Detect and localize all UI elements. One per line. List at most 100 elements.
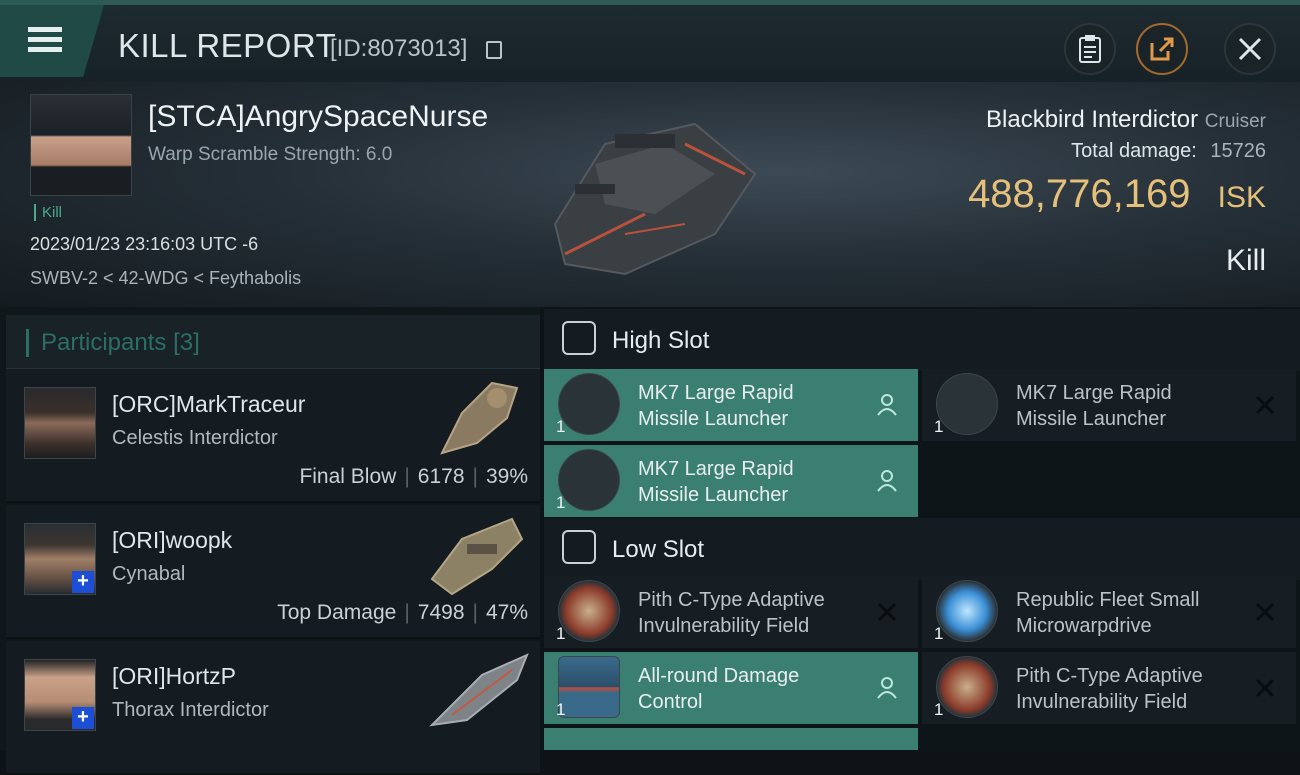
module-name: Pith C-Type Adaptive Invulnerability Fiel… xyxy=(1016,663,1256,715)
module-item[interactable]: 1 Pith C-Type Adaptive Invulnerability Fi… xyxy=(922,652,1296,724)
module-item[interactable]: 1 MK7 Large Rapid Missile Launcher xyxy=(922,369,1296,441)
report-id: [ID:8073013] xyxy=(330,35,468,62)
close-button[interactable] xyxy=(1224,23,1276,75)
participant-row[interactable]: + [ORI]woopk Cynabal Top Damage | 7498 | 47% xyxy=(6,505,540,639)
module-name-line1: Pith C-Type Adaptive xyxy=(638,589,825,611)
module-qty: 1 xyxy=(934,624,944,643)
module-name: MK7 Large Rapid Missile Launcher xyxy=(638,456,878,508)
participants-header: Participants [3] xyxy=(6,315,540,369)
participant-ship-image xyxy=(429,653,529,727)
microwarpdrive-icon xyxy=(936,580,998,642)
module-name: MK7 Large Rapid Missile Launcher xyxy=(1016,380,1256,432)
divider: | xyxy=(472,465,478,488)
participant-ship[interactable]: Cynabal xyxy=(112,563,185,586)
module-qty: 1 xyxy=(556,700,566,719)
plus-badge-icon: + xyxy=(72,571,94,593)
module-name: Pith C-Type Adaptive Invulnerability Fiel… xyxy=(638,587,878,639)
victim-ship-name[interactable]: Blackbird Interdictor Cruiser xyxy=(986,106,1266,134)
module-name-line1: MK7 Large Rapid xyxy=(638,458,794,480)
participant-ship-image xyxy=(440,381,519,455)
share-button[interactable] xyxy=(1136,23,1188,75)
module-qty: 1 xyxy=(934,700,944,719)
isk-value: 488,776,169 ISK xyxy=(968,172,1266,217)
participant-ship-image xyxy=(430,517,524,596)
participant-role: Final Blow xyxy=(299,465,397,488)
module-name-line1: MK7 Large Rapid xyxy=(638,382,794,404)
participant-stats: Final Blow | 6178 | 39% xyxy=(299,465,528,489)
module-item[interactable]: 1 MK7 Large Rapid Missile Launcher xyxy=(544,445,918,517)
participant-damage: 6178 xyxy=(417,465,465,488)
kill-result: Kill xyxy=(1225,244,1266,277)
shield-module-icon xyxy=(936,656,998,718)
module-qty: 1 xyxy=(934,417,944,436)
victim-avatar[interactable] xyxy=(30,94,132,196)
hamburger-icon-bar xyxy=(28,47,62,52)
module-name-line2: Missile Launcher xyxy=(638,484,789,506)
victim-name[interactable]: [STCA]AngrySpaceNurse xyxy=(148,100,488,134)
destroyed-x-icon xyxy=(877,602,897,622)
ship-name-text: Blackbird Interdictor xyxy=(986,106,1199,133)
avatar[interactable] xyxy=(24,387,96,459)
kill-location[interactable]: SWBV-2 < 42-WDG < Feythabolis xyxy=(30,268,301,289)
module-item[interactable]: 1 All-round Damage Control xyxy=(544,652,918,724)
missile-launcher-icon xyxy=(558,449,620,511)
module-name-line2: Invulnerability Field xyxy=(638,615,810,637)
participants-count: [3] xyxy=(173,329,200,356)
low-slot-label: Low Slot xyxy=(612,536,705,563)
module-name-line1: MK7 Large Rapid xyxy=(1016,382,1172,404)
module-item-partial[interactable] xyxy=(544,728,918,750)
module-item[interactable]: 1 MK7 Large Rapid Missile Launcher xyxy=(544,369,918,441)
participant-ship[interactable]: Thorax Interdictor xyxy=(112,699,269,722)
high-slot-icon xyxy=(562,321,596,355)
isk-amount: 488,776,169 xyxy=(968,172,1191,216)
low-slot-header: Low Slot xyxy=(544,518,1300,580)
warp-scramble-strength: Warp Scramble Strength: 6.0 xyxy=(148,144,393,165)
participant-damage: 7498 xyxy=(417,601,465,624)
module-item[interactable]: 1 Republic Fleet Small Microwarpdrive xyxy=(922,576,1296,648)
participants-panel: Participants [3] [ORC]MarkTraceur Celest… xyxy=(0,307,540,775)
module-qty: 1 xyxy=(556,493,566,512)
participant-role: Top Damage xyxy=(277,601,397,624)
close-icon xyxy=(1238,37,1262,61)
total-damage-value: 15726 xyxy=(1210,140,1266,162)
module-name-line2: Missile Launcher xyxy=(638,408,789,430)
plus-badge-icon: + xyxy=(72,707,94,729)
share-icon xyxy=(1150,37,1174,61)
missile-launcher-icon xyxy=(936,373,998,435)
high-slot-label: High Slot xyxy=(612,327,710,354)
module-qty: 1 xyxy=(556,417,566,436)
participant-row[interactable]: [ORC]MarkTraceur Celestis Interdictor Fi… xyxy=(6,369,540,503)
participant-name[interactable]: [ORC]MarkTraceur xyxy=(112,391,305,418)
participant-percent: 47% xyxy=(485,601,528,624)
module-name-line1: Pith C-Type Adaptive xyxy=(1016,665,1203,687)
copy-icon[interactable] xyxy=(486,41,502,59)
victim-banner: [STCA]AngrySpaceNurse Warp Scramble Stre… xyxy=(0,82,1300,307)
participant-percent: 39% xyxy=(485,465,528,488)
divider: | xyxy=(472,601,478,624)
participants-title: Participants xyxy=(41,329,167,356)
destroyed-x-icon xyxy=(1255,395,1275,415)
divider: | xyxy=(404,601,410,624)
kill-timestamp: 2023/01/23 23:16:03 UTC -6 xyxy=(30,234,259,254)
participant-ship[interactable]: Celestis Interdictor xyxy=(112,427,278,450)
menu-button[interactable] xyxy=(0,5,104,77)
module-name: Republic Fleet Small Microwarpdrive xyxy=(1016,587,1256,639)
header-bar: KILL REPORT [ID:8073013] xyxy=(0,0,1300,82)
destroyed-x-icon xyxy=(1255,678,1275,698)
total-damage-label: Total damage: xyxy=(1071,140,1197,162)
participant-name[interactable]: [ORI]HortzP xyxy=(112,663,236,690)
module-qty: 1 xyxy=(556,624,566,643)
total-damage: Total damage: 15726 xyxy=(1071,140,1266,163)
isk-unit: ISK xyxy=(1217,181,1266,214)
page-title: KILL REPORT xyxy=(118,27,337,64)
module-name-line2: Microwarpdrive xyxy=(1016,615,1152,637)
module-item[interactable]: 1 Pith C-Type Adaptive Invulnerability Fi… xyxy=(544,576,918,648)
clipboard-button[interactable] xyxy=(1064,23,1116,75)
clipboard-icon xyxy=(1079,35,1101,63)
participant-name[interactable]: [ORI]woopk xyxy=(112,527,232,554)
hamburger-icon xyxy=(28,27,62,32)
high-slot-header: High Slot xyxy=(544,309,1300,371)
participant-row[interactable]: + [ORI]HortzP Thorax Interdictor xyxy=(6,641,540,775)
module-name-line1: Republic Fleet Small xyxy=(1016,589,1200,611)
module-name: All-round Damage Control xyxy=(638,663,878,715)
